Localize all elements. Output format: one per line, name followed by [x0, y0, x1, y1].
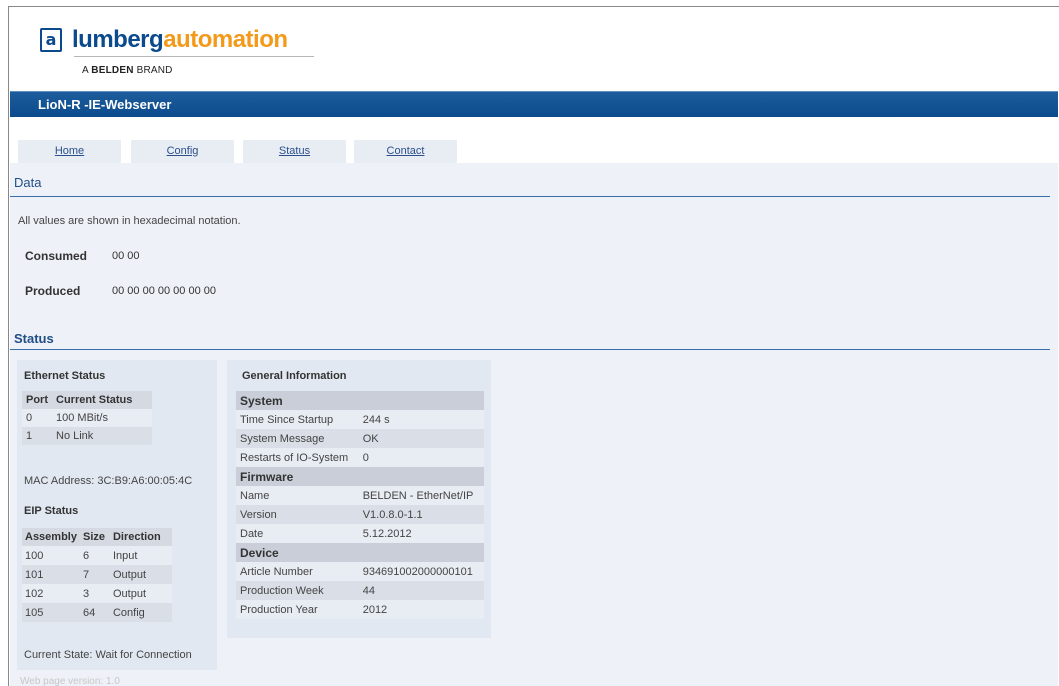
tab-home[interactable]: Home: [18, 140, 121, 163]
brand-name: BELDEN: [91, 65, 134, 76]
general-info-title: General Information: [242, 370, 347, 382]
data-section-title: Data: [14, 175, 42, 190]
table-row: 1 No Link: [22, 427, 152, 445]
assembly-cell: 102: [22, 584, 80, 603]
col-header-direction: Direction: [109, 528, 172, 546]
status-section-divider: [10, 349, 1050, 350]
info-key: Article Number: [236, 562, 359, 581]
info-value: 5.12.2012: [358, 524, 484, 543]
system-header: System: [236, 391, 484, 410]
table-row: Restarts of IO-System 0: [236, 448, 484, 467]
info-key: Time Since Startup: [236, 410, 359, 429]
produced-value: 00 00 00 00 00 00 00: [112, 285, 216, 297]
info-key: Production Week: [236, 581, 359, 600]
size-cell: 6: [79, 546, 110, 565]
status-section-title: Status: [14, 331, 54, 346]
direction-cell: Output: [109, 584, 172, 603]
table-row: 0 100 MBit/s: [22, 409, 152, 427]
info-value: 934691002000000101: [358, 562, 484, 581]
size-cell: 3: [79, 584, 110, 603]
port-cell: 0: [22, 409, 52, 427]
tab-config[interactable]: Config: [131, 140, 234, 163]
table-row: Version V1.0.8.0-1.1: [236, 505, 484, 524]
assembly-cell: 100: [22, 546, 80, 565]
main-content: Data All values are shown in hexadecimal…: [10, 163, 1058, 686]
status-cell: No Link: [52, 427, 152, 445]
brand-prefix: A: [82, 65, 92, 76]
current-state: Current State: Wait for Connection: [24, 649, 192, 661]
table-row: 100 6 Input: [22, 546, 172, 565]
app-title: LioN-R -IE-Webserver: [38, 97, 172, 112]
produced-label: Produced: [25, 284, 81, 298]
table-header-row: Assembly Size Direction: [22, 528, 172, 546]
info-value: OK: [358, 429, 484, 448]
ethernet-status-title: Ethernet Status: [24, 370, 106, 382]
table-row: Time Since Startup 244 s: [236, 410, 484, 429]
web-page-version: Web page version: 1.0: [20, 676, 120, 686]
info-key: Date: [236, 524, 359, 543]
section-row-device: Device: [236, 543, 484, 562]
section-row-system: System: [236, 391, 484, 410]
info-value: 2012: [358, 600, 484, 619]
assembly-cell: 101: [22, 565, 80, 584]
info-key: System Message: [236, 429, 359, 448]
data-section-divider: [10, 196, 1050, 197]
table-row: System Message OK: [236, 429, 484, 448]
hex-note: All values are shown in hexadecimal nota…: [18, 215, 241, 227]
assembly-cell: 105: [22, 603, 80, 622]
logo-divider: [74, 56, 314, 57]
brand-tagline: A BELDEN BRAND: [82, 65, 173, 76]
section-row-firmware: Firmware: [236, 467, 484, 486]
logo-word-lumberg: lumberg: [72, 26, 164, 53]
table-row: Production Year 2012: [236, 600, 484, 619]
info-key: Production Year: [236, 600, 359, 619]
table-row: Article Number 934691002000000101: [236, 562, 484, 581]
eip-status-title: EIP Status: [24, 505, 79, 517]
info-value: BELDEN - EtherNet/IP: [358, 486, 484, 505]
logo-mark-icon: a: [40, 28, 62, 52]
tab-contact[interactable]: Contact: [354, 140, 457, 163]
tab-status[interactable]: Status: [243, 140, 346, 163]
device-header: Device: [236, 543, 484, 562]
info-value: 244 s: [358, 410, 484, 429]
col-header-assembly: Assembly: [22, 528, 80, 546]
info-value: 0: [358, 448, 484, 467]
info-key: Restarts of IO-System: [236, 448, 359, 467]
table-row: Production Week 44: [236, 581, 484, 600]
logo-word-automation: automation: [163, 26, 288, 53]
port-cell: 1: [22, 427, 52, 445]
general-info-table: System Time Since Startup 244 s System Me…: [236, 391, 484, 619]
info-value: V1.0.8.0-1.1: [358, 505, 484, 524]
mac-address: MAC Address: 3C:B9:A6:00:05:4C: [24, 475, 193, 487]
info-key: Version: [236, 505, 359, 524]
brand-suffix: BRAND: [133, 65, 173, 76]
size-cell: 64: [79, 603, 110, 622]
consumed-label: Consumed: [25, 249, 88, 263]
direction-cell: Output: [109, 565, 172, 584]
col-header-size: Size: [79, 528, 110, 546]
direction-cell: Config: [109, 603, 172, 622]
table-row: Date 5.12.2012: [236, 524, 484, 543]
logo-wordmark: lumbergautomation: [72, 26, 288, 54]
table-row: 101 7 Output: [22, 565, 172, 584]
consumed-value: 00 00: [112, 250, 140, 262]
info-key: Name: [236, 486, 359, 505]
eip-status-table: Assembly Size Direction 100 6 Input 101 …: [22, 528, 172, 622]
col-header-current-status: Current Status: [52, 391, 152, 409]
table-header-row: Port Current Status: [22, 391, 152, 409]
size-cell: 7: [79, 565, 110, 584]
table-row: 102 3 Output: [22, 584, 172, 603]
table-row: 105 64 Config: [22, 603, 172, 622]
ethernet-status-table: Port Current Status 0 100 MBit/s 1 No Li…: [22, 391, 152, 445]
info-value: 44: [358, 581, 484, 600]
table-row: Name BELDEN - EtherNet/IP: [236, 486, 484, 505]
direction-cell: Input: [109, 546, 172, 565]
status-cell: 100 MBit/s: [52, 409, 152, 427]
app-title-bar: LioN-R -IE-Webserver: [10, 91, 1058, 117]
col-header-port: Port: [22, 391, 52, 409]
firmware-header: Firmware: [236, 467, 484, 486]
